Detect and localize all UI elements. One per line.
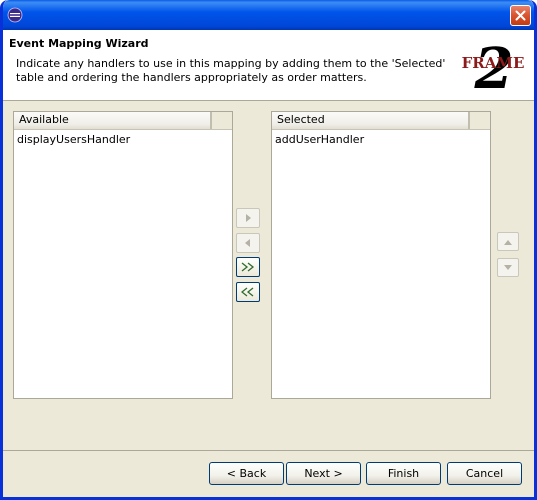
add-all-button[interactable] [236, 257, 260, 277]
eclipse-app-icon [7, 7, 23, 23]
remove-button[interactable] [236, 233, 260, 253]
page-title: Event Mapping Wizard [9, 37, 149, 50]
wizard-footer: < Back Next > Finish Cancel [3, 450, 534, 497]
close-icon [515, 10, 526, 21]
selected-table[interactable]: Selected addUserHandler [271, 111, 491, 399]
arrow-left-icon [245, 239, 250, 247]
page-description: Indicate any handlers to use in this map… [16, 57, 446, 84]
wizard-header: Event Mapping Wizard Indicate any handle… [3, 30, 534, 101]
move-up-button[interactable] [497, 232, 519, 251]
remove-all-button[interactable] [236, 282, 260, 302]
available-column-header[interactable]: Available [14, 112, 232, 130]
finish-button[interactable]: Finish [366, 462, 441, 485]
list-item[interactable]: displayUsersHandler [17, 133, 130, 147]
selected-column-header[interactable]: Selected [272, 112, 490, 130]
move-down-button[interactable] [497, 258, 519, 277]
double-arrow-right-icon [241, 262, 255, 272]
arrow-right-icon [246, 214, 251, 222]
title-bar[interactable] [3, 0, 534, 30]
next-button[interactable]: Next > [286, 462, 361, 485]
wizard-body: Available displayUsersHandler Selected a… [3, 101, 534, 450]
available-header-label[interactable]: Available [14, 112, 212, 129]
available-table[interactable]: Available displayUsersHandler [13, 111, 233, 399]
logo-text: FRAME [462, 54, 525, 72]
list-item[interactable]: addUserHandler [275, 133, 364, 147]
wizard-window: Event Mapping Wizard Indicate any handle… [0, 0, 537, 500]
add-button[interactable] [236, 208, 260, 228]
cancel-button[interactable]: Cancel [447, 462, 522, 485]
frame2-logo: 2 FRAME [462, 36, 525, 96]
arrow-up-icon [504, 239, 512, 245]
double-arrow-left-icon [241, 287, 254, 297]
selected-header-label[interactable]: Selected [272, 112, 470, 129]
close-button[interactable] [510, 5, 531, 26]
arrow-down-icon [504, 264, 512, 270]
back-button[interactable]: < Back [209, 462, 284, 485]
